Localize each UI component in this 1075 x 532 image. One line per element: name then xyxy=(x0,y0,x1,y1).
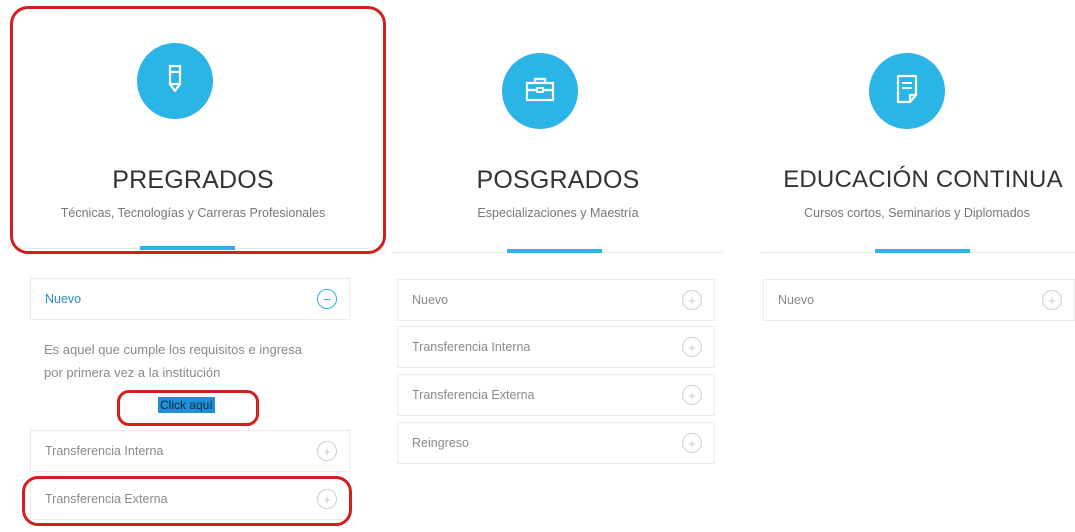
posgrados-item-transferencia-interna[interactable]: Transferencia Interna + xyxy=(397,326,715,368)
item-label: Nuevo xyxy=(778,293,815,307)
posgrados-accent-bar xyxy=(507,249,602,253)
pregrados-badge xyxy=(137,43,213,119)
pregrados-item-transferencia-externa[interactable]: Transferencia Externa + xyxy=(30,478,350,520)
pregrados-title: PREGRADOS xyxy=(112,166,274,194)
item-label: Nuevo xyxy=(412,293,449,307)
document-icon xyxy=(894,73,920,110)
briefcase-icon xyxy=(524,75,556,108)
expand-icon[interactable]: + xyxy=(682,337,702,357)
posgrados-item-reingreso[interactable]: Reingreso + xyxy=(397,422,715,464)
educacion-continua-subtitle: Cursos cortos, Seminarios y Diplomados xyxy=(804,206,1030,220)
expand-icon[interactable]: + xyxy=(682,433,702,453)
item-label: Nuevo xyxy=(45,292,82,306)
educacion-continua-accent-bar xyxy=(875,249,970,253)
expand-icon[interactable]: + xyxy=(682,290,702,310)
pregrados-item-transferencia-interna[interactable]: Transferencia Interna + xyxy=(30,430,350,472)
column-pregrados: PREGRADOS Técnicas, Tecnologías y Carrer… xyxy=(18,0,368,532)
posgrados-title: POSGRADOS xyxy=(476,166,640,194)
expand-icon[interactable]: + xyxy=(317,441,337,461)
educacion-continua-item-nuevo[interactable]: Nuevo + xyxy=(763,279,1075,321)
pregrados-nuevo-description: Es aquel que cumple los requisitos e ing… xyxy=(44,342,302,380)
pregrados-accent-bar xyxy=(140,246,235,250)
posgrados-subtitle: Especializaciones y Maestría xyxy=(477,206,639,220)
item-label: Transferencia Interna xyxy=(412,340,531,354)
posgrados-item-transferencia-externa[interactable]: Transferencia Externa + xyxy=(397,374,715,416)
pregrados-item-nuevo[interactable]: Nuevo − xyxy=(30,278,350,320)
item-label: Transferencia Interna xyxy=(45,444,164,458)
expand-icon[interactable]: + xyxy=(682,385,702,405)
column-educacion-continua: EDUCACIÓN CONTINUA Cursos cortos, Semina… xyxy=(755,0,1075,532)
posgrados-item-nuevo[interactable]: Nuevo + xyxy=(397,279,715,321)
click-here-link[interactable]: Click aquí xyxy=(158,397,215,413)
expand-icon[interactable]: + xyxy=(1042,290,1062,310)
pregrados-subtitle: Técnicas, Tecnologías y Carreras Profesi… xyxy=(60,206,326,220)
educacion-continua-title: EDUCACIÓN CONTINUA xyxy=(783,166,1063,193)
expand-icon[interactable]: + xyxy=(317,489,337,509)
educacion-continua-badge xyxy=(869,53,945,129)
posgrados-badge xyxy=(502,53,578,129)
collapse-icon[interactable]: − xyxy=(317,289,337,309)
column-posgrados: POSGRADOS Especializaciones y Maestría N… xyxy=(383,0,733,532)
pencil-icon xyxy=(162,62,188,101)
item-label: Reingreso xyxy=(412,436,469,450)
item-label: Transferencia Externa xyxy=(45,492,168,506)
item-label: Transferencia Externa xyxy=(412,388,535,402)
